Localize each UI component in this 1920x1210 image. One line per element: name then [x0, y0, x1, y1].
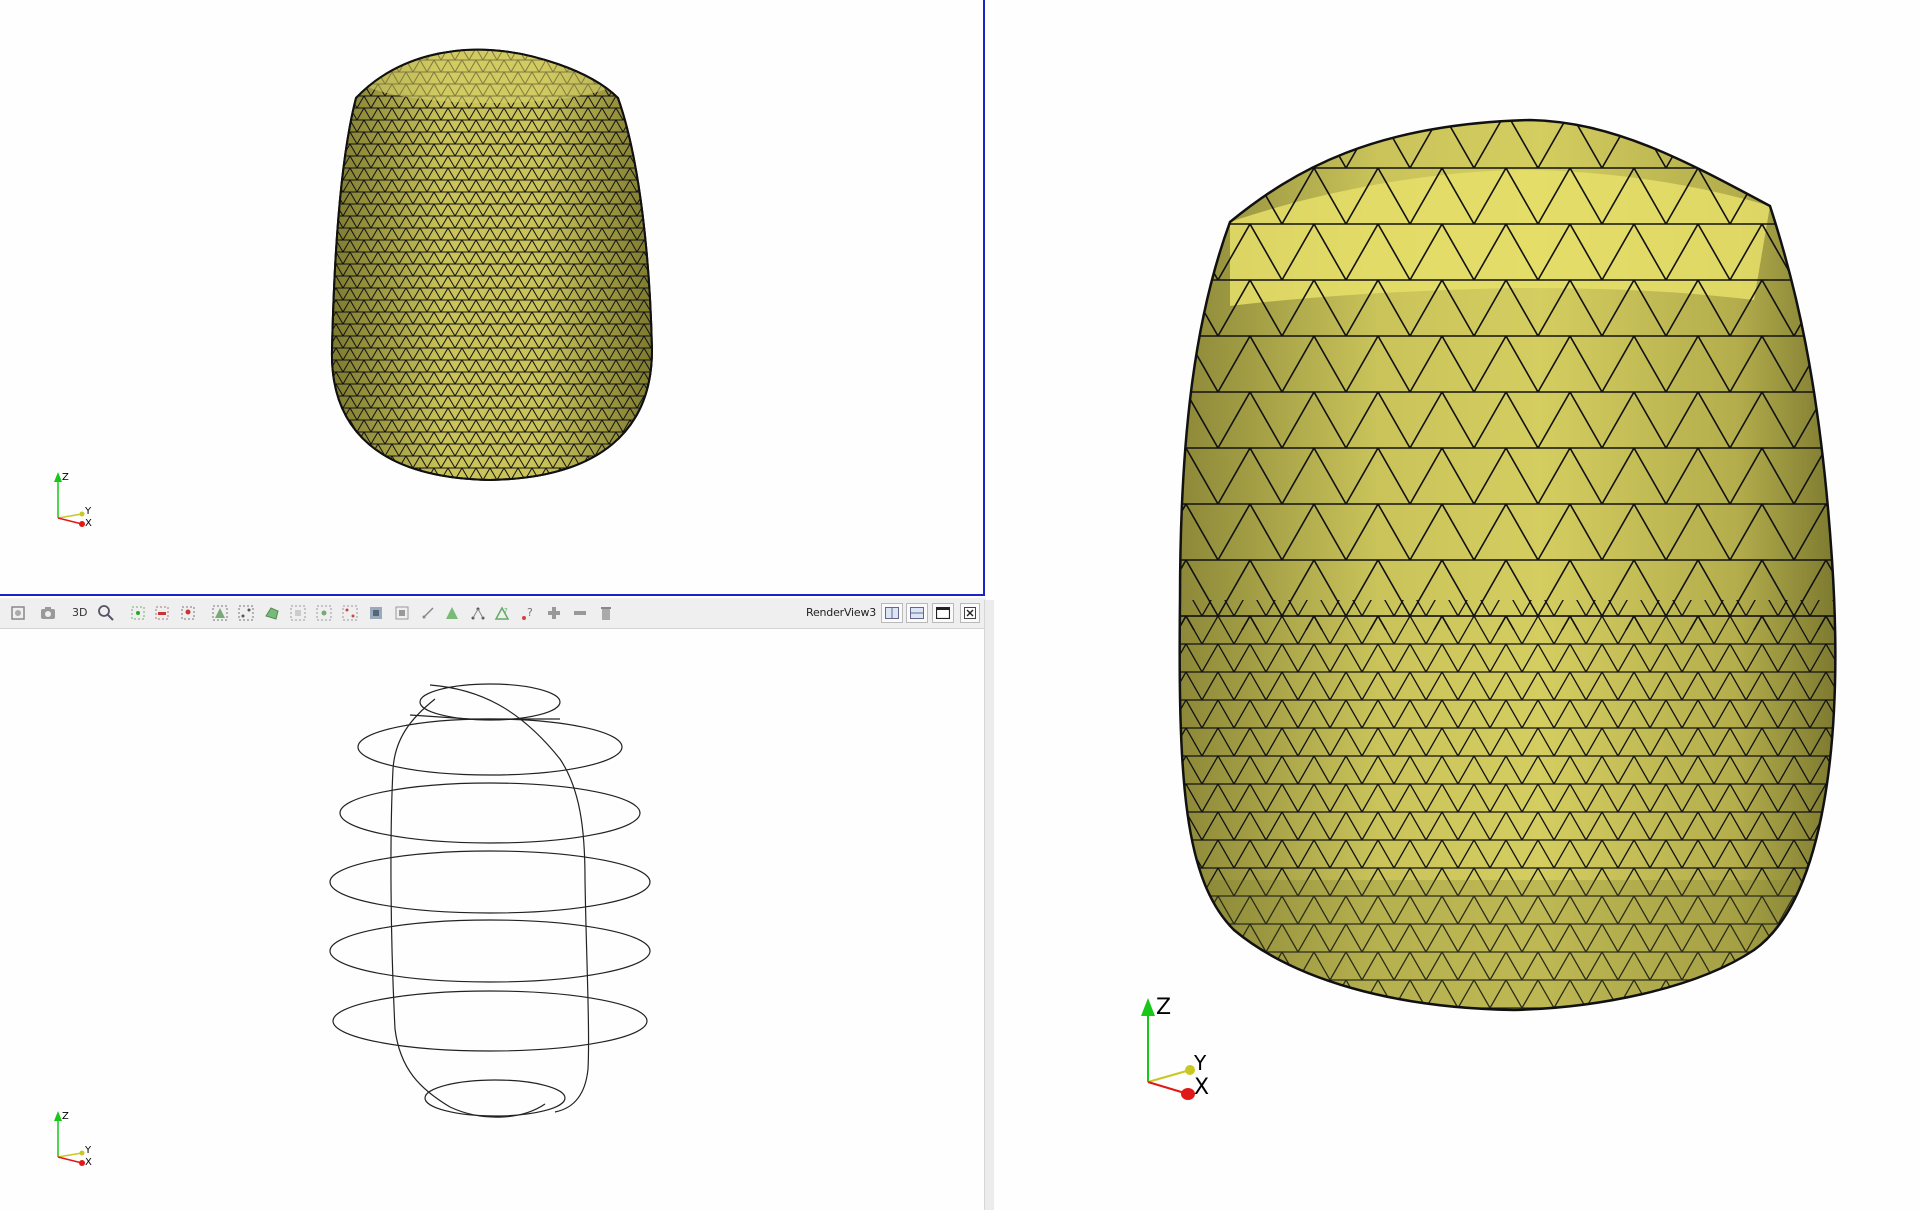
orientation-axes-icon: Z Y X: [54, 472, 92, 529]
svg-text:X: X: [85, 1157, 92, 1168]
svg-text:Y: Y: [1193, 1051, 1207, 1075]
wireframe-contours-icon: [329, 683, 651, 1118]
hover-cells-icon[interactable]: [340, 603, 360, 623]
svg-text:?: ?: [504, 607, 508, 615]
add-icon[interactable]: [544, 603, 564, 623]
svg-text:Z: Z: [1156, 995, 1171, 1020]
interactive-select-icon[interactable]: [178, 603, 198, 623]
coarse-meshed-barrel-icon: [1178, 118, 1837, 1012]
select-points-icon[interactable]: [128, 603, 148, 623]
svg-text:?: ?: [527, 606, 533, 619]
zoom-to-box-icon[interactable]: [96, 603, 116, 623]
render-view-right[interactable]: Z Y X: [994, 0, 1920, 1210]
split-vertical-icon[interactable]: [906, 603, 928, 623]
grow-selection-icon[interactable]: [366, 603, 386, 623]
view-mode-3d-button[interactable]: 3D: [72, 606, 87, 619]
plot-over-line-icon[interactable]: [468, 603, 488, 623]
svg-text:X: X: [85, 518, 92, 529]
select-frustum-cells-icon[interactable]: [210, 603, 230, 623]
clear-selection-icon[interactable]: [418, 603, 438, 623]
render-view-toolbar: 3D ? ? RenderView3: [0, 598, 986, 629]
orientation-axes-icon: Z Y X: [1141, 995, 1209, 1100]
select-cells-icon[interactable]: [152, 603, 172, 623]
query-icon[interactable]: [442, 603, 462, 623]
maximize-icon[interactable]: [932, 603, 954, 623]
close-icon[interactable]: [960, 603, 980, 623]
select-frustum-points-icon[interactable]: [236, 603, 256, 623]
svg-text:Y: Y: [84, 506, 92, 517]
render-view-top[interactable]: Z Y X: [0, 0, 985, 596]
orientation-axes-icon: Z Y X: [54, 1111, 92, 1168]
meshed-barrel-icon: [330, 48, 654, 482]
split-horizontal-icon[interactable]: [881, 603, 903, 623]
screenshot-icon[interactable]: [38, 603, 58, 623]
delete-icon[interactable]: [596, 603, 616, 623]
select-polygon-icon[interactable]: [262, 603, 282, 623]
render-view-bottom[interactable]: Z Y X: [0, 629, 984, 1210]
svg-text:Z: Z: [62, 1111, 69, 1122]
ruler-icon[interactable]: ?: [492, 603, 512, 623]
reset-camera-icon[interactable]: [8, 603, 28, 623]
svg-text:Y: Y: [84, 1145, 92, 1156]
select-block-icon[interactable]: [288, 603, 308, 623]
svg-text:Z: Z: [62, 472, 69, 483]
help-icon[interactable]: ?: [518, 603, 538, 623]
remove-icon[interactable]: [570, 603, 590, 623]
svg-text:X: X: [1194, 1075, 1209, 1100]
hover-points-icon[interactable]: [314, 603, 334, 623]
view-name-label: RenderView3: [806, 606, 877, 619]
shrink-selection-icon[interactable]: [392, 603, 412, 623]
